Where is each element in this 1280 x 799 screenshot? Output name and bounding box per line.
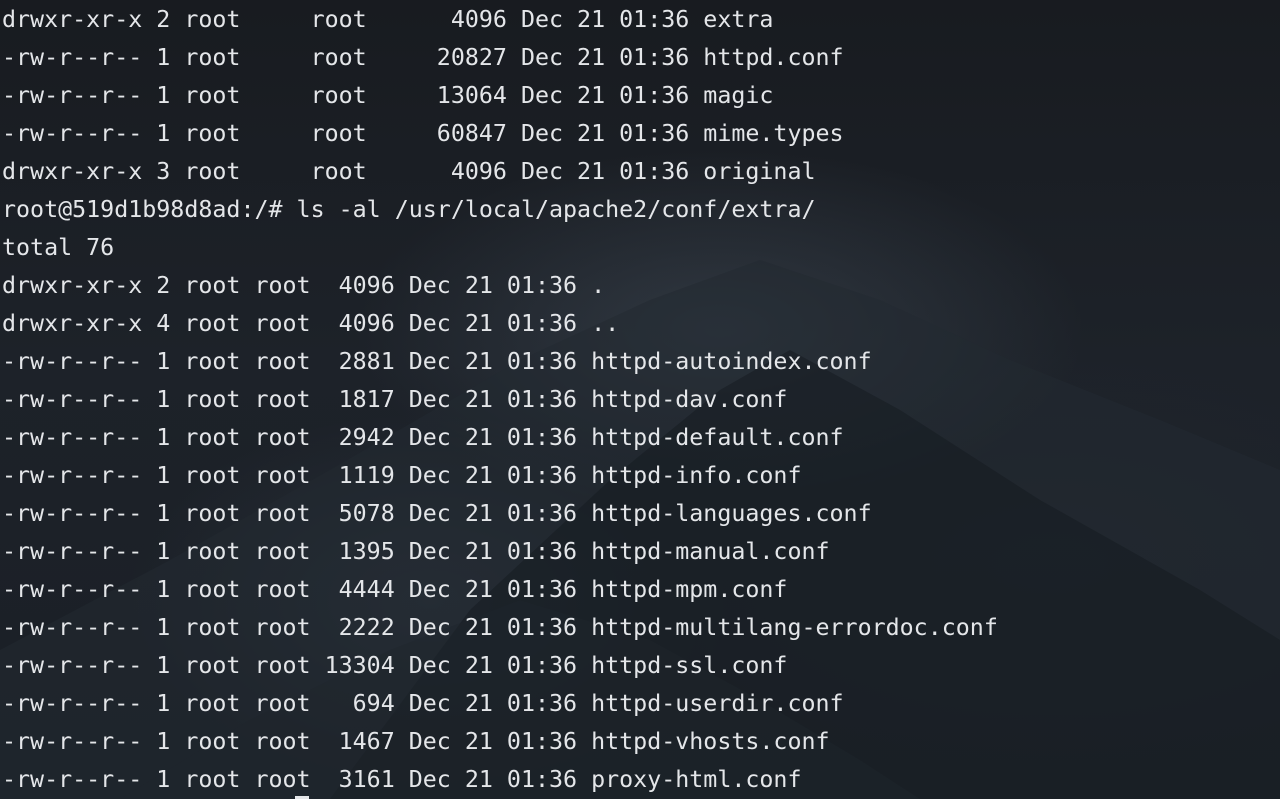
terminal-line: -rw-r--r-- 1 root root 1467 Dec 21 01:36…: [2, 728, 830, 755]
terminal-line: -rw-r--r-- 1 root root 1817 Dec 21 01:36…: [2, 386, 788, 413]
terminal-line: -rw-r--r-- 1 root root 13304 Dec 21 01:3…: [2, 652, 788, 679]
terminal-line: -rw-r--r-- 1 root root 1395 Dec 21 01:36…: [2, 538, 830, 565]
terminal-line: -rw-r--r-- 1 root root 60847 Dec 21 01:3…: [2, 120, 844, 147]
terminal-line: -rw-r--r-- 1 root root 2222 Dec 21 01:36…: [2, 614, 998, 641]
terminal-line: -rw-r--r-- 1 root root 20827 Dec 21 01:3…: [2, 44, 844, 71]
terminal-line: -rw-r--r-- 1 root root 2942 Dec 21 01:36…: [2, 424, 844, 451]
terminal-line: total 76: [2, 234, 115, 261]
terminal-line: -rw-r--r-- 1 root root 2881 Dec 21 01:36…: [2, 348, 872, 375]
terminal-output[interactable]: drwxr-xr-x 2 root root 4096 Dec 21 01:36…: [2, 1, 1278, 799]
command-prompt-line: root@519d1b98d8ad:/# ls -al /usr/local/a…: [2, 196, 816, 223]
terminal-line: -rw-r--r-- 1 root root 1119 Dec 21 01:36…: [2, 462, 802, 489]
terminal-line: -rw-r--r-- 1 root root 13064 Dec 21 01:3…: [2, 82, 774, 109]
terminal-line: -rw-r--r-- 1 root root 4444 Dec 21 01:36…: [2, 576, 788, 603]
terminal-line: drwxr-xr-x 2 root root 4096 Dec 21 01:36…: [2, 6, 774, 33]
terminal-line: drwxr-xr-x 2 root root 4096 Dec 21 01:36…: [2, 272, 606, 299]
terminal-window[interactable]: drwxr-xr-x 2 root root 4096 Dec 21 01:36…: [0, 0, 1280, 799]
terminal-line: drwxr-xr-x 4 root root 4096 Dec 21 01:36…: [2, 310, 620, 337]
terminal-line: -rw-r--r-- 1 root root 694 Dec 21 01:36 …: [2, 690, 844, 717]
terminal-line: drwxr-xr-x 3 root root 4096 Dec 21 01:36…: [2, 158, 816, 185]
terminal-line: -rw-r--r-- 1 root root 5078 Dec 21 01:36…: [2, 500, 872, 527]
terminal-line: -rw-r--r-- 1 root root 3161 Dec 21 01:36…: [2, 766, 802, 793]
